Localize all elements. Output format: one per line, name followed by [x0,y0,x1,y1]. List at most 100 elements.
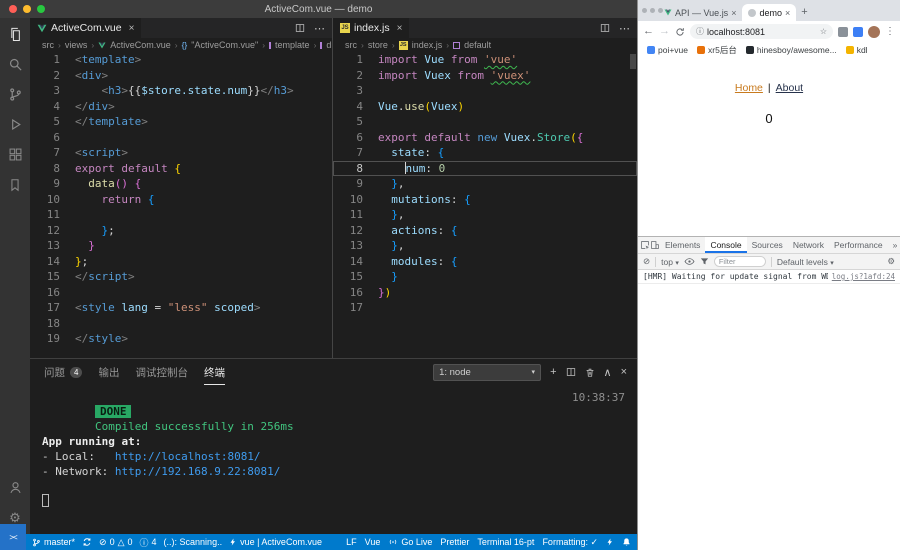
code-line[interactable]: 11 [30,207,332,223]
inspect-element-icon[interactable] [640,240,650,250]
about-link[interactable]: About [776,82,803,94]
code-line[interactable]: 15</script> [30,269,332,285]
home-link[interactable]: Home [735,82,763,94]
git-branch-status[interactable]: master* [32,537,75,548]
minimize-window-button[interactable] [23,5,31,13]
search-icon[interactable] [7,56,24,73]
code-line[interactable]: 8export default { [30,161,332,177]
code-line[interactable]: 1import Vue from 'vue' [333,52,637,68]
log-levels-select[interactable]: Default levels ▾ [777,257,834,267]
breadcrumb[interactable]: src › views › ActiveCom.vue › {} "Active… [30,38,332,52]
tab-elements[interactable]: Elements [660,237,705,253]
tab-problems[interactable]: 问题 4 [44,359,82,385]
extension-icon[interactable] [853,27,863,37]
code-line[interactable]: 5</template> [30,114,332,130]
breadcrumb-item[interactable]: src [42,40,54,50]
breadcrumb-item[interactable]: views [65,40,88,50]
console-source-link[interactable]: log.js?1afd:24 [832,272,895,281]
breadcrumb-item[interactable]: default [464,40,491,50]
close-window-button[interactable] [642,8,647,13]
console-settings-gear-icon[interactable]: ⚙ [887,256,895,267]
editor-index-js[interactable]: 1import Vue from 'vue'2import Vuex from … [333,52,637,358]
source-control-icon[interactable] [7,86,24,103]
code-line[interactable]: 4Vue.use(Vuex) [333,99,637,115]
address-bar[interactable]: ⓘ localhost:8081 ☆ [690,24,833,39]
clear-console-icon[interactable]: ⊘ [643,256,650,267]
split-editor-icon[interactable] [295,23,305,33]
zoom-window-button[interactable] [658,8,663,13]
code-line[interactable]: 6 [30,130,332,146]
close-tab-icon[interactable]: × [785,8,790,18]
info-status[interactable]: ⓘ 4 [140,536,157,549]
zoom-window-button[interactable] [37,5,45,13]
breadcrumb-item[interactable]: ActiveCom.vue [110,40,171,50]
language-mode-indicator[interactable]: Vue [365,537,381,547]
close-tab-icon[interactable]: × [731,8,736,18]
network-url-link[interactable]: http://192.168.9.22:8081/ [115,465,281,478]
kill-terminal-icon[interactable] [585,367,595,378]
code-line[interactable]: 13 }, [333,238,637,254]
console-context-select[interactable]: top ▾ [661,257,679,267]
code-line[interactable]: 3 <h3>{{$store.state.num}}</h3> [30,83,332,99]
code-line[interactable]: 7 state: { [333,145,637,161]
breadcrumb-item[interactable]: store [368,40,388,50]
chrome-menu-icon[interactable]: ⋮ [885,26,895,37]
explorer-icon[interactable] [7,26,24,43]
tab-console[interactable]: Console [705,237,746,253]
code-line[interactable]: 13 } [30,238,332,254]
bookmark-item[interactable]: xr5后台 [697,44,737,56]
split-terminal-icon[interactable] [566,367,576,377]
more-actions-icon[interactable]: ⋯ [314,22,325,35]
breadcrumb-item[interactable]: template [275,40,310,50]
bookmarks-icon[interactable] [7,176,24,193]
code-line[interactable]: 17 [333,300,637,316]
code-line[interactable]: 17<style lang = "less" scoped> [30,300,332,316]
formatting-status[interactable]: Formatting: ✓ [542,537,598,548]
maximize-panel-icon[interactable]: ∧ [604,366,612,379]
terminal-output[interactable]: DONE Compiled successfully in 256ms 10:3… [42,389,627,532]
bookmark-item[interactable]: poi+vue [647,45,688,55]
remote-indicator[interactable]: >< [0,524,26,550]
code-line[interactable]: 14}; [30,254,332,270]
reload-icon[interactable] [675,27,685,37]
code-line[interactable]: 16 [30,285,332,301]
console-filter-input[interactable] [714,256,766,267]
code-line[interactable]: 6export default new Vuex.Store({ [333,130,637,146]
code-line[interactable]: 4</div> [30,99,332,115]
tab-demo[interactable]: demo × [742,4,796,21]
bookmark-item[interactable]: kdl [846,45,868,55]
sync-icon[interactable] [82,537,92,547]
tab-index-js[interactable]: JS index.js × [333,18,409,38]
code-line[interactable]: 10 return { [30,192,332,208]
problems-status[interactable]: ⊘ 0 △ 0 [99,537,133,548]
back-icon[interactable]: ← [643,26,654,37]
code-line[interactable]: 19</style> [30,331,332,347]
site-info-icon[interactable]: ⓘ [696,26,704,37]
code-line[interactable]: 3 [333,83,637,99]
editor-activecom-vue[interactable]: 1<template>2<div>3 <h3>{{$store.state.nu… [30,52,332,358]
filter-funnel-icon[interactable] [700,257,709,266]
code-line[interactable]: 5 [333,114,637,130]
close-tab-icon[interactable]: × [129,23,135,34]
more-tabs-icon[interactable]: » [888,237,900,253]
tab-terminal[interactable]: 终端 [204,359,225,385]
minimize-window-button[interactable] [650,8,655,13]
tab-debug-console[interactable]: 调试控制台 [135,359,188,385]
tab-sources[interactable]: Sources [747,237,788,253]
close-window-button[interactable] [9,5,17,13]
code-line[interactable]: 18 [30,316,332,332]
tab-performance[interactable]: Performance [829,237,888,253]
more-actions-icon[interactable]: ⋯ [619,22,630,35]
code-line[interactable]: 12 actions: { [333,223,637,239]
tab-api-vuejs[interactable]: API — Vue.js × [658,4,742,21]
bookmark-item[interactable]: hinesboy/awesome... [746,45,837,55]
editor-scrollbar[interactable] [630,54,636,69]
code-line[interactable]: 12 }; [30,223,332,239]
code-line[interactable]: 14 modules: { [333,254,637,270]
notifications-bell-icon[interactable] [622,537,631,547]
code-line[interactable]: 1<template> [30,52,332,68]
breadcrumb-item[interactable]: index.js [412,40,443,50]
tab-network[interactable]: Network [788,237,829,253]
run-debug-icon[interactable] [7,116,24,133]
go-live-button[interactable]: Go Live [388,537,432,547]
